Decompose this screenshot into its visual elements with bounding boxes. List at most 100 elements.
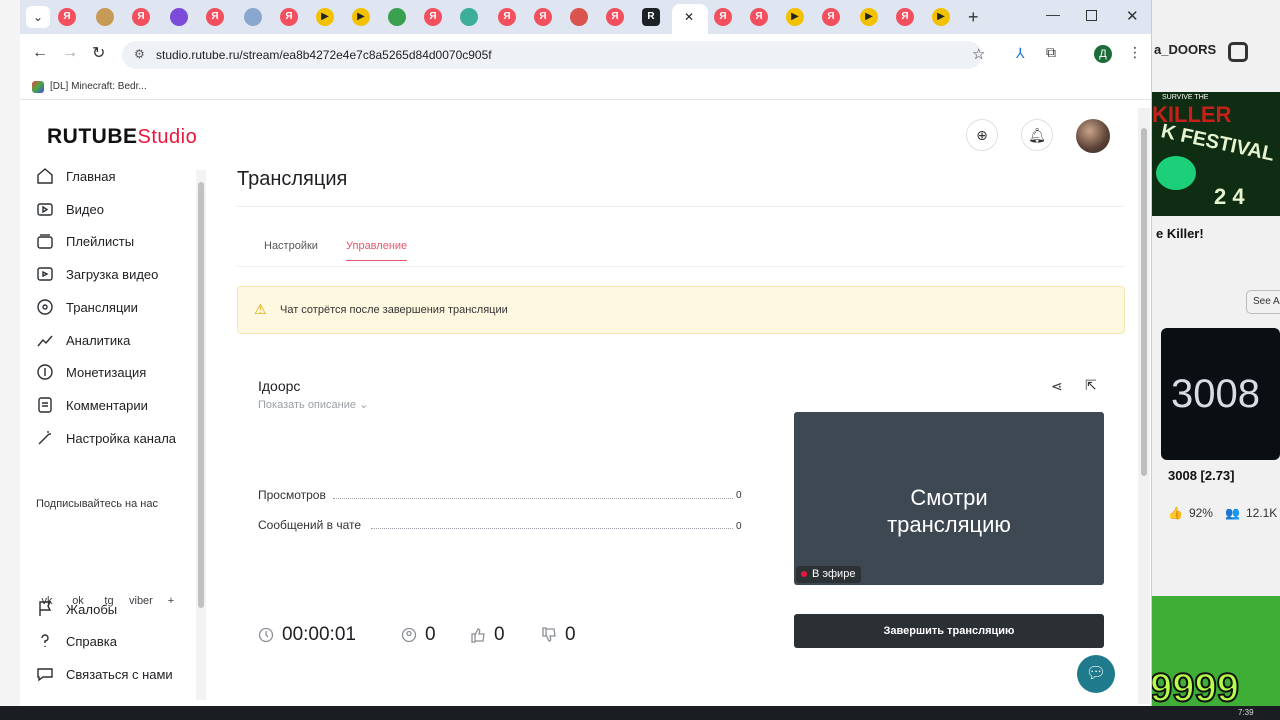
analytics-icon (37, 335, 53, 347)
site-info-icon[interactable]: ⚙ (134, 47, 145, 61)
sidebar-item-analytics[interactable]: Аналитика (36, 328, 130, 352)
tab-yandex[interactable]: Я (424, 8, 442, 26)
puzzle-icon[interactable]: ⧉ (1046, 44, 1056, 61)
preview-text-line-2: трансляцию (887, 512, 1011, 537)
tab-play[interactable]: ▶ (316, 8, 334, 26)
support-chat-button[interactable]: 💬︎ (1077, 655, 1115, 693)
tab-favicon[interactable] (388, 8, 406, 26)
new-tab-button[interactable]: + (968, 7, 979, 28)
more-social-icon[interactable]: + (160, 590, 182, 612)
tab-yandex[interactable]: Я (750, 8, 768, 26)
home-icon (37, 168, 53, 184)
see-all-button[interactable]: See A (1246, 290, 1280, 314)
sidebar-item-label: Загрузка видео (66, 266, 159, 282)
create-icon[interactable]: ⊕ (966, 119, 998, 151)
tab-yandex[interactable]: Я (58, 8, 76, 26)
toolbar: ← → ↻ ⚙ studio.rutube.ru/stream/ea8b4272… (20, 34, 1151, 74)
notice-text: Чат сотрётся после завершения трансляции (280, 304, 508, 316)
tab-favicon[interactable] (570, 8, 588, 26)
tab-management[interactable]: Управление (346, 240, 408, 261)
viber-icon[interactable]: viber (129, 590, 153, 612)
minimize-icon[interactable]: — (1046, 6, 1060, 22)
notifications-icon[interactable]: 🔔︎ (1021, 119, 1053, 151)
sidebar-item-label: Монетизация (66, 364, 147, 380)
forward-icon[interactable]: → (62, 44, 78, 62)
tab-yandex[interactable]: Я (534, 8, 552, 26)
tab-favicon[interactable] (460, 8, 478, 26)
logo-sub: Studio (137, 126, 198, 148)
logo[interactable]: RUTUBEStudio (47, 125, 197, 149)
tab-favicon[interactable] (244, 8, 262, 26)
browser-window: ⌄ Я Я Я Я ▶ ▶ Я Я Я Я R ✕ Я Я ▶ Я ▶ Я ▶ … (20, 0, 1152, 706)
sidebar-item-monetization[interactable]: Монетизация (36, 360, 146, 384)
tab-yandex[interactable]: Я (822, 8, 840, 26)
tab-yandex[interactable]: Я (280, 8, 298, 26)
tab-favicon[interactable] (170, 8, 188, 26)
tab-favicon[interactable] (96, 8, 114, 26)
open-external-icon[interactable]: ⇱ (1085, 377, 1097, 394)
sidebar-item-label: Комментарии (66, 397, 148, 413)
live-badge: В эфире (796, 566, 862, 583)
background-window: a_DOORS SURVIVE THE KILLER K FESTIVAL 2 … (1152, 0, 1280, 720)
extension-icon[interactable]: ⅄ (1016, 45, 1025, 62)
tab-close-icon[interactable]: ✕ (684, 10, 694, 24)
menu-icon[interactable]: ⋮ (1128, 44, 1142, 61)
tab-yandex[interactable]: Я (132, 8, 150, 26)
sidebar-item-broadcasts[interactable]: Трансляции (36, 295, 138, 319)
sidebar-item-home[interactable]: Главная (36, 164, 115, 188)
tab-settings[interactable]: Настройки (264, 240, 318, 252)
profile-avatar[interactable]: Д (1094, 45, 1112, 63)
sidebar-item-playlists[interactable]: Плейлисты (36, 229, 134, 253)
game-rating: 92% (1188, 506, 1213, 520)
tab-play[interactable]: ▶ (352, 8, 370, 26)
bookmark-item[interactable]: [DL] Minecraft: Bedr... (50, 81, 147, 92)
sidebar-item-video[interactable]: Видео (36, 197, 104, 221)
tab-play[interactable]: ▶ (932, 8, 950, 26)
tab-bar: ⌄ Я Я Я Я ▶ ▶ Я Я Я Я R ✕ Я Я ▶ Я ▶ Я ▶ … (20, 0, 1151, 34)
sidebar-scrollbar[interactable] (196, 170, 206, 700)
tab-search-dropdown[interactable]: ⌄ (26, 6, 50, 28)
bookmark-star-icon[interactable]: ☆ (972, 45, 985, 63)
tab-yandex[interactable]: Я (206, 8, 224, 26)
sidebar-item-contact[interactable]: Связаться с нами (36, 662, 173, 686)
url-text[interactable]: studio.rutube.ru/stream/ea8b4272e4e7c8a5… (156, 48, 492, 62)
tab-play[interactable]: ▶ (860, 8, 878, 26)
sidebar-item-upload[interactable]: Загрузка видео (36, 262, 158, 286)
game-players: 12.1K (1245, 506, 1278, 520)
stream-preview[interactable]: Смотри трансляцию В эфире (794, 412, 1104, 585)
game-title-2[interactable]: 3008 [2.73] (1168, 468, 1235, 483)
sidebar-item-channel-settings[interactable]: Настройка канала (36, 426, 176, 450)
page-scrollbar[interactable] (1138, 108, 1150, 704)
sidebar-item-comments[interactable]: Комментарии (36, 393, 148, 417)
page-scroll-thumb[interactable] (1141, 128, 1147, 476)
maximize-icon[interactable] (1086, 10, 1097, 21)
sidebar-item-label: Связаться с нами (66, 666, 173, 682)
help-icon (41, 634, 49, 647)
back-icon[interactable]: ← (32, 44, 48, 62)
tab-yandex[interactable]: Я (714, 8, 732, 26)
show-description-link[interactable]: Показать описание ⌄ (258, 398, 368, 411)
taskbar: 7:39 (0, 706, 1280, 720)
tab-yandex[interactable]: Я (606, 8, 624, 26)
sidebar-item-complaints[interactable]: Жалобы (36, 597, 117, 621)
tab-active[interactable]: ✕ (672, 4, 708, 34)
sidebar-scroll-thumb[interactable] (198, 182, 204, 608)
game-thumbnail-3008[interactable]: 3008 (1161, 328, 1280, 460)
user-avatar[interactable] (1076, 119, 1110, 153)
game-thumbnail-money[interactable]: 9999 (1152, 596, 1280, 706)
game-title-1[interactable]: e Killer! (1156, 226, 1204, 241)
sidebar-item-help[interactable]: Справка (36, 629, 117, 653)
address-bar[interactable]: ⚙ studio.rutube.ru/stream/ea8b4272e4e7c8… (122, 41, 985, 69)
tab-rutube[interactable]: R (642, 8, 660, 26)
game-thumbnail-killer[interactable]: SURVIVE THE KILLER K FESTIVAL 2 4 (1152, 92, 1280, 216)
tab-play[interactable]: ▶ (786, 8, 804, 26)
reload-icon[interactable]: ↻ (92, 43, 105, 63)
preview-text: Смотри трансляцию (794, 484, 1104, 538)
tab-yandex[interactable]: Я (498, 8, 516, 26)
follow-us-title: Подписывайтесь на нас (36, 498, 158, 510)
tab-yandex[interactable]: Я (896, 8, 914, 26)
window-close-icon[interactable]: ✕ (1126, 7, 1139, 25)
share-icon[interactable]: ⋖ (1051, 378, 1063, 395)
end-stream-button[interactable]: Завершить трансляцию (794, 614, 1104, 648)
live-badge-text: В эфире (812, 568, 856, 580)
